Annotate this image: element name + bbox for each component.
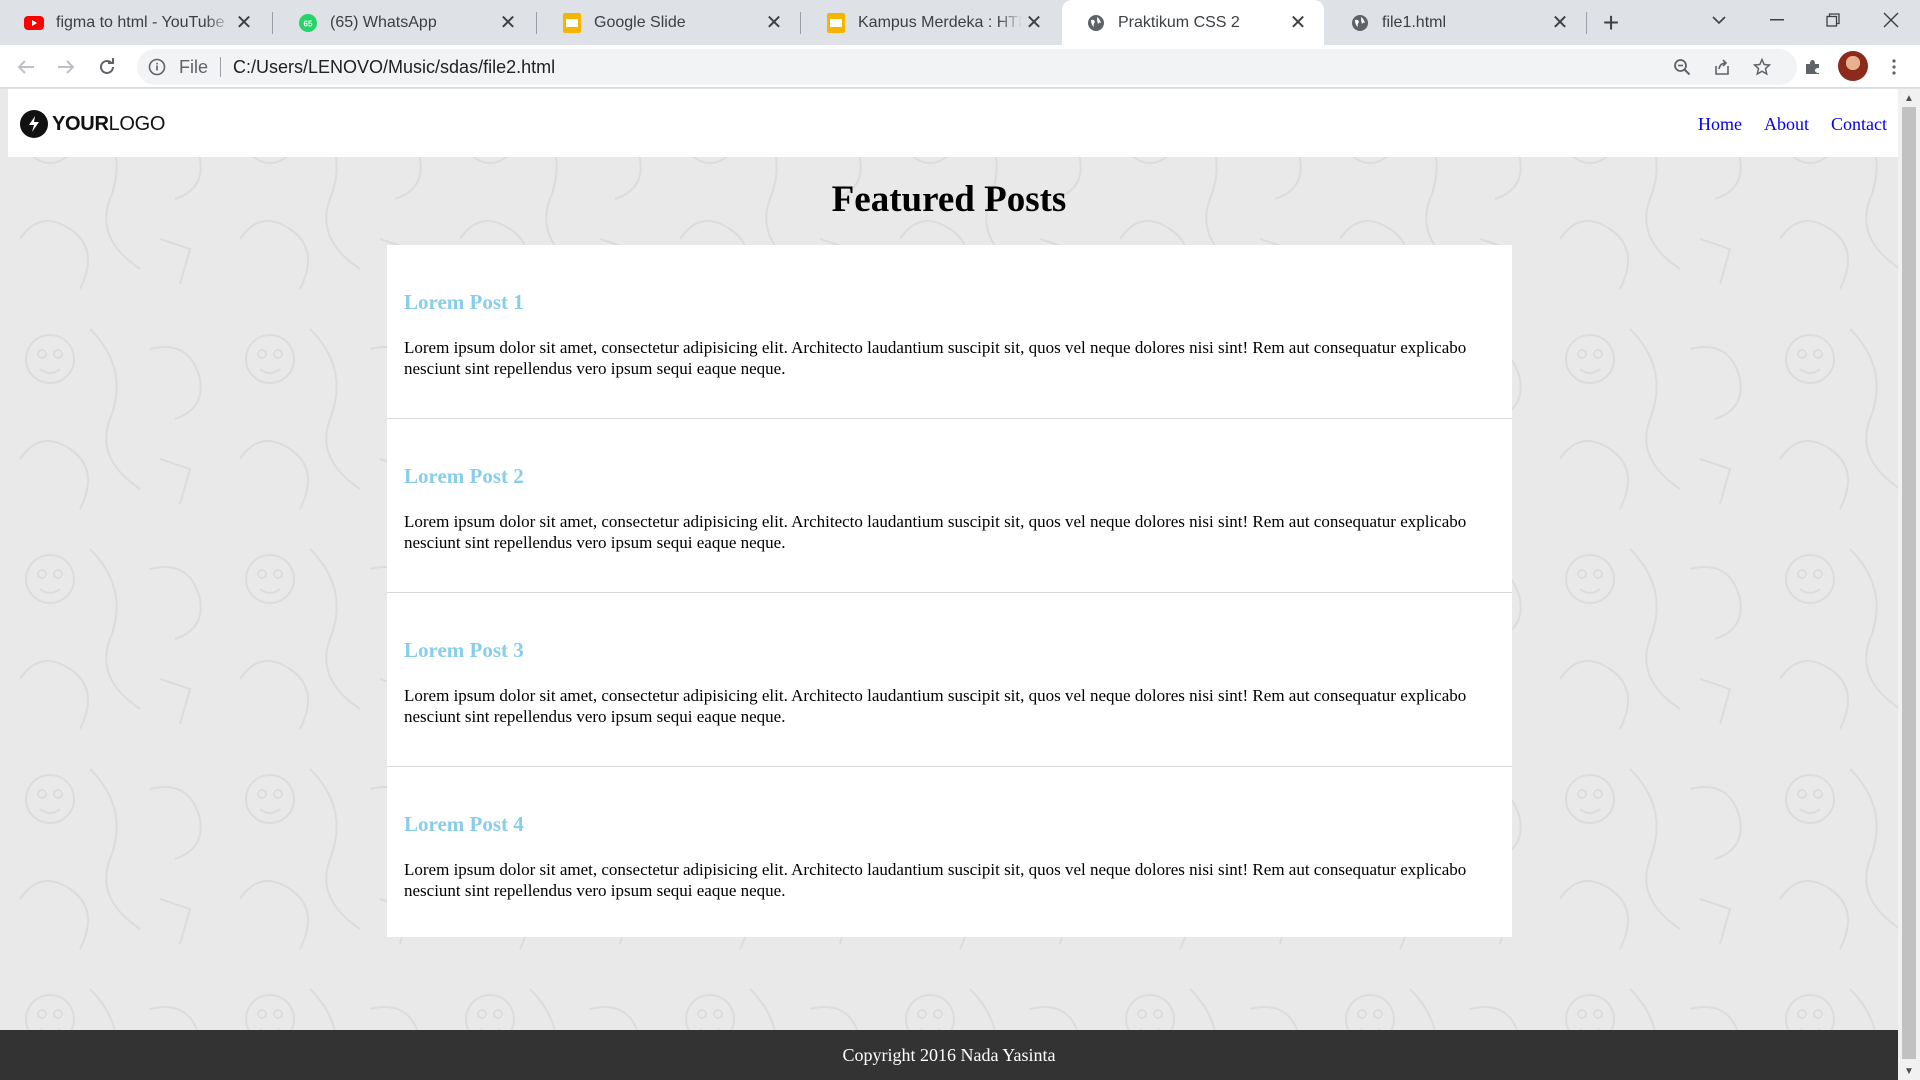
tab-title: (65) WhatsApp: [330, 13, 437, 31]
tab-title: figma to html - YouTube: [56, 13, 225, 31]
minimize-button[interactable]: [1752, 0, 1802, 40]
site-footer: Copyright 2016 Nada Yasinta: [0, 1030, 1898, 1080]
extensions-button[interactable]: [1797, 51, 1829, 83]
google-slides-icon: [826, 12, 846, 33]
globe-icon: [1086, 13, 1106, 33]
post-card: Lorem Post 1 Lorem ipsum dolor sit amet,…: [387, 245, 1512, 419]
more-vert-icon: [1892, 59, 1896, 75]
page-title: Featured Posts: [831, 179, 1067, 220]
tab-search-button[interactable]: [1694, 0, 1744, 40]
forward-button[interactable]: [50, 51, 82, 83]
lightning-bolt-icon: [20, 110, 48, 138]
restore-button[interactable]: [1808, 0, 1858, 40]
scrollbar-thumb[interactable]: [1902, 107, 1916, 1059]
post-title[interactable]: Lorem Post 4: [404, 812, 1495, 837]
zoom-button[interactable]: [1666, 51, 1698, 83]
scroll-up-arrow-icon[interactable]: ▲: [1898, 89, 1920, 107]
puzzle-icon: [1806, 60, 1819, 74]
logo-text: YOURLOGO: [52, 112, 166, 135]
scroll-down-arrow-icon[interactable]: ▼: [1898, 1062, 1920, 1080]
zoom-icon: [1674, 59, 1691, 76]
post-body: Lorem ipsum dolor sit amet, consectetur …: [404, 512, 1467, 552]
copyright-text: Copyright 2016 Nada Yasinta: [842, 1044, 1056, 1065]
site-header: YOURLOGO Home About Contact: [8, 89, 1898, 157]
tab-separator: [1586, 12, 1587, 34]
window-close-button[interactable]: [1866, 0, 1916, 40]
tab-praktikum-css-2[interactable]: Praktikum CSS 2 ✕: [1062, 0, 1324, 45]
tab-separator: [536, 12, 537, 34]
post-list: Lorem Post 1 Lorem ipsum dolor sit amet,…: [387, 245, 1512, 937]
avatar[interactable]: [1838, 51, 1868, 81]
tab-strip: figma to html - YouTube ✕ 65 (65) WhatsA…: [0, 0, 1920, 45]
close-icon[interactable]: ✕: [1548, 11, 1572, 35]
url-scheme: File: [179, 56, 209, 77]
nav-link-about[interactable]: About: [1764, 114, 1809, 135]
share-button[interactable]: [1706, 51, 1738, 83]
globe-icon: [1350, 13, 1370, 33]
post-body: Lorem ipsum dolor sit amet, consectetur …: [404, 686, 1467, 726]
minimize-icon: [1770, 19, 1784, 21]
whatsapp-icon: 65: [298, 13, 318, 33]
close-icon[interactable]: ✕: [232, 11, 256, 35]
nav-link-contact[interactable]: Contact: [1831, 114, 1887, 135]
share-icon: [1715, 59, 1729, 75]
youtube-icon: [24, 13, 44, 33]
post-card: Lorem Post 4 Lorem ipsum dolor sit amet,…: [387, 767, 1512, 937]
main-nav: Home About Contact: [1698, 114, 1887, 135]
info-icon[interactable]: [147, 57, 167, 77]
star-icon: [1753, 58, 1771, 76]
google-slides-icon: [562, 12, 582, 33]
divider: [220, 57, 222, 77]
restore-icon: [1826, 13, 1840, 27]
post-title[interactable]: Lorem Post 3: [404, 638, 1495, 663]
post-title[interactable]: Lorem Post 2: [404, 464, 1495, 489]
address-bar[interactable]: File C:/Users/LENOVO/Music/sdas/file2.ht…: [137, 49, 1797, 85]
reload-button[interactable]: [91, 51, 123, 83]
tab-kampus-merdeka[interactable]: Kampus Merdeka : HTML & CSS ✕: [802, 0, 1060, 45]
url-text[interactable]: C:/Users/LENOVO/Music/sdas/file2.html: [233, 57, 555, 78]
tab-separator: [800, 12, 801, 34]
tab-title: Praktikum CSS 2: [1118, 13, 1240, 31]
menu-button[interactable]: [1878, 51, 1910, 83]
new-tab-button[interactable]: +: [1596, 7, 1626, 38]
tab-google-slide[interactable]: Google Slide ✕: [538, 0, 800, 45]
close-icon[interactable]: ✕: [1022, 11, 1046, 35]
close-icon[interactable]: ✕: [1286, 11, 1310, 35]
vertical-scrollbar[interactable]: ▲ ▼: [1898, 89, 1920, 1080]
nav-link-home[interactable]: Home: [1698, 114, 1742, 135]
post-body: Lorem ipsum dolor sit amet, consectetur …: [404, 860, 1467, 900]
post-card: Lorem Post 2 Lorem ipsum dolor sit amet,…: [387, 419, 1512, 593]
back-arrow-icon: [17, 60, 34, 74]
tab-title: file1.html: [1382, 13, 1447, 31]
tab-youtube[interactable]: figma to html - YouTube ✕: [0, 0, 270, 45]
svg-text:65: 65: [304, 19, 313, 28]
close-icon[interactable]: ✕: [762, 11, 786, 35]
post-card: Lorem Post 3 Lorem ipsum dolor sit amet,…: [387, 593, 1512, 767]
tab-file1[interactable]: file1.html ✕: [1326, 0, 1586, 45]
browser-toolbar: File C:/Users/LENOVO/Music/sdas/file2.ht…: [0, 45, 1920, 88]
close-icon[interactable]: ✕: [496, 11, 520, 35]
tab-title: Google Slide: [594, 13, 686, 31]
post-body: Lorem ipsum dolor sit amet, consectetur …: [404, 338, 1467, 378]
back-button[interactable]: [10, 51, 42, 83]
close-icon: [1883, 12, 1899, 28]
bookmark-button[interactable]: [1746, 51, 1778, 83]
reload-icon: [100, 58, 114, 74]
post-title[interactable]: Lorem Post 1: [404, 290, 1495, 315]
chevron-down-icon: [1712, 16, 1726, 24]
page-viewport: YOURLOGO Home About Contact Featured Pos…: [0, 89, 1898, 1080]
tab-whatsapp[interactable]: 65 (65) WhatsApp ✕: [274, 0, 534, 45]
tab-separator: [272, 12, 273, 34]
site-logo[interactable]: YOURLOGO: [20, 110, 165, 138]
tab-title: Kampus Merdeka : HTML & CSS: [858, 13, 1022, 31]
forward-arrow-icon: [58, 60, 75, 74]
